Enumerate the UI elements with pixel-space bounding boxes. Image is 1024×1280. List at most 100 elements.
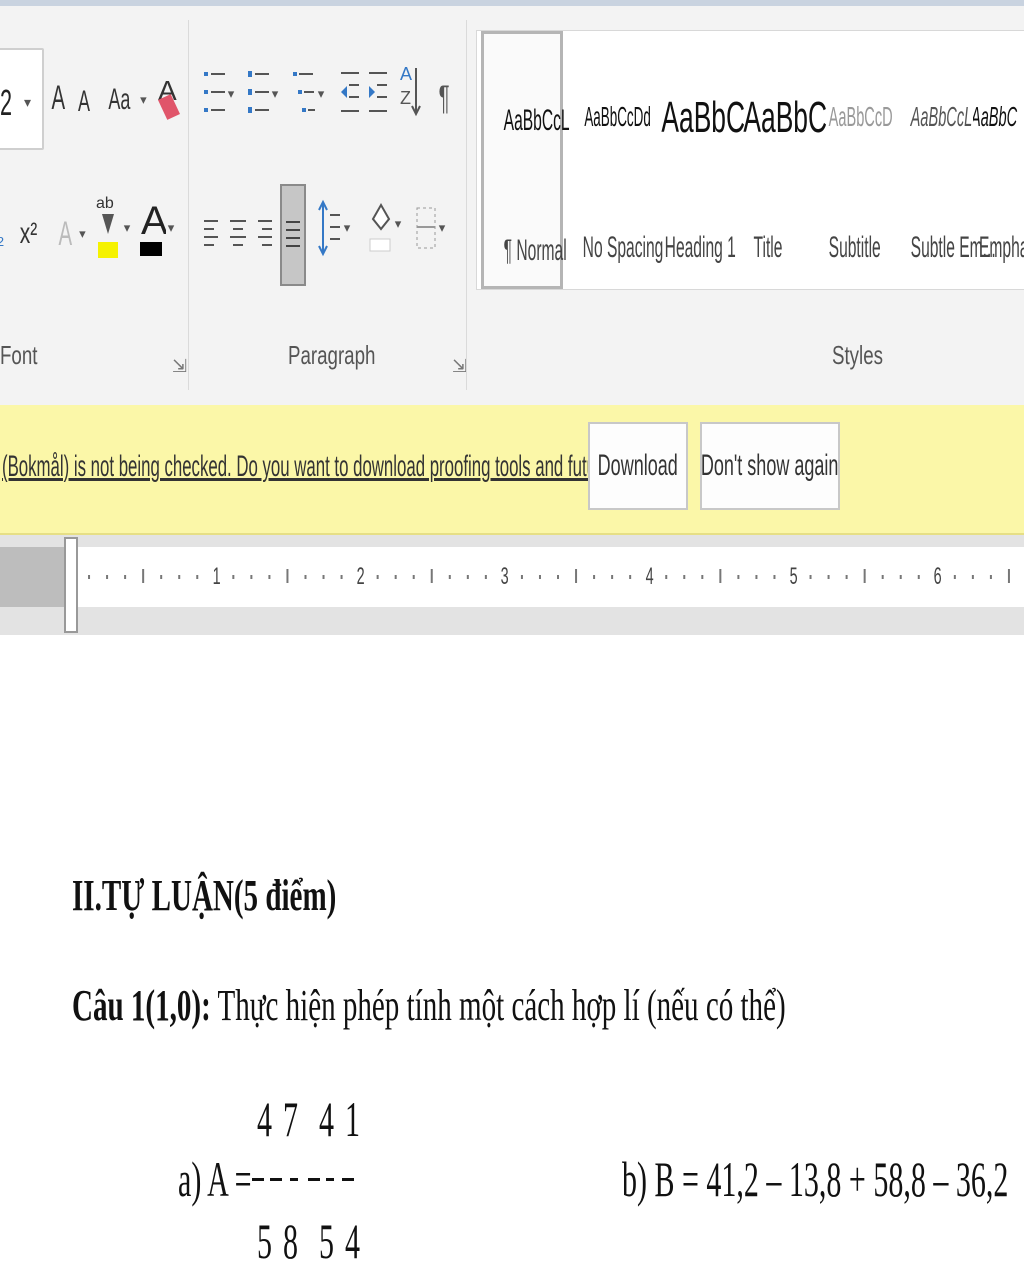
shading-button[interactable]: ▾ — [364, 196, 404, 252]
text-effects-icon: A — [58, 214, 73, 253]
highlight-button[interactable]: ab ▾ — [92, 195, 132, 258]
align-right-icon — [258, 220, 272, 246]
line-spacing-button[interactable]: ▾ — [314, 199, 354, 257]
align-center-button[interactable] — [226, 206, 250, 262]
style-title[interactable]: AaBbC Title — [727, 31, 828, 289]
horizontal-ruler[interactable] — [0, 547, 1024, 607]
numbering-icon — [247, 71, 269, 113]
svg-text:A: A — [400, 64, 412, 84]
ruler-tick — [142, 569, 145, 583]
download-button[interactable]: Download — [588, 422, 688, 510]
grow-font-icon: A — [51, 78, 65, 117]
borders-button[interactable]: ▾ — [410, 200, 450, 256]
ruler-tick — [755, 575, 758, 579]
style-subtle-emphasis[interactable]: AaBbCcL Subtle Em... — [891, 31, 996, 289]
font-size-value: 2 — [0, 82, 13, 123]
align-right-button[interactable] — [252, 206, 276, 262]
numbering-button[interactable]: ▾ — [244, 66, 280, 122]
fraction-numerator: 4 — [257, 1091, 272, 1147]
ruler-tick — [629, 575, 632, 579]
font-dialog-launcher-icon[interactable]: ⇲ — [172, 356, 187, 377]
paragraph-group-label: Paragraph — [288, 340, 376, 370]
justify-button[interactable] — [280, 184, 306, 286]
ruler-tick — [827, 575, 830, 579]
superscript-button[interactable]: x² — [14, 206, 42, 262]
font-color-button[interactable]: A ▾ — [136, 199, 176, 256]
fraction-numerator: 7 — [283, 1091, 298, 1147]
ruler-tick — [1007, 569, 1010, 583]
ruler-number: 2 — [356, 563, 365, 590]
fraction-denominator: 4 — [345, 1213, 360, 1269]
ruler-tick — [575, 569, 578, 583]
subscript-button[interactable]: ₂ — [0, 206, 10, 262]
ruler-tick — [953, 575, 956, 579]
group-divider — [188, 20, 189, 390]
ruler-tick — [665, 575, 668, 579]
subscript-icon: ₂ — [0, 224, 5, 249]
shrink-font-button[interactable]: A — [74, 74, 94, 130]
grow-font-button[interactable]: A — [48, 70, 68, 126]
proofing-message-link[interactable]: (Bokmål) is not being checked. Do you wa… — [2, 450, 685, 484]
clear-formatting-button[interactable]: A — [154, 70, 182, 126]
ruler-tick — [250, 575, 253, 579]
ruler-tick — [376, 575, 379, 579]
fraction-numerator: 1 — [345, 1091, 360, 1147]
ruler-tick — [863, 569, 866, 583]
download-button-label: Download — [597, 449, 679, 482]
indent-marker[interactable] — [64, 537, 78, 633]
ruler-tick — [232, 575, 235, 579]
ruler-tick — [304, 575, 307, 579]
svg-text:ab: ab — [96, 195, 114, 212]
ruler-margin — [0, 547, 70, 607]
style-sample: AaBbC — [743, 93, 828, 142]
paragraph-dialog-launcher-icon[interactable]: ⇲ — [452, 356, 467, 377]
question-label: Câu 1(1,0): — [72, 981, 211, 1030]
style-sample: AaBbC — [661, 93, 746, 142]
ruler-number: 5 — [789, 563, 798, 590]
style-sample: AaBbCcL — [910, 101, 973, 132]
chevron-down-icon: ▾ — [343, 220, 351, 235]
change-case-icon: Aa — [108, 83, 131, 116]
ruler-tick — [593, 575, 596, 579]
ruler-tick — [394, 575, 397, 579]
style-normal[interactable]: AaBbCcL ¶ Normal — [481, 31, 570, 289]
ruler-tick — [178, 575, 181, 579]
ruler-tick — [881, 575, 884, 579]
sort-button[interactable]: A Z — [398, 62, 422, 118]
dont-show-again-button[interactable]: Don't show again — [700, 422, 840, 510]
group-divider — [466, 20, 467, 390]
ruler-tick — [701, 575, 704, 579]
chevron-down-icon: ▾ — [438, 220, 446, 235]
chevron-down-icon: ▾ — [271, 86, 279, 101]
ruler-tick — [773, 575, 776, 579]
decrease-indent-button[interactable] — [338, 66, 362, 122]
multilevel-list-button[interactable]: ▾ — [290, 66, 326, 122]
ruler-tick — [88, 575, 91, 579]
ruler-tick — [520, 575, 523, 579]
ruler-number: 6 — [933, 563, 942, 590]
style-emphasis[interactable]: AaBbC Empha — [973, 31, 1024, 289]
line-spacing-icon — [317, 199, 340, 257]
style-no-spacing[interactable]: AaBbCcDd No Spacing — [563, 31, 664, 289]
question-text: Thực hiện phép tính một cách hợp lí (nếu… — [210, 981, 786, 1030]
styles-group-label: Styles — [832, 340, 883, 370]
align-left-button[interactable] — [200, 206, 224, 262]
font-size-box[interactable]: 2 ▾ — [0, 48, 44, 150]
text-effects-button[interactable]: A ▾ — [50, 206, 90, 262]
chevron-down-icon: ▾ — [24, 94, 32, 110]
style-sample: AaBbCcD — [828, 101, 893, 132]
ruler-tick — [160, 575, 163, 579]
font-group-label: Font — [0, 340, 38, 370]
bullets-button[interactable]: ▾ — [200, 66, 236, 122]
ruler-tick — [683, 575, 686, 579]
pilcrow-icon: ¶ — [438, 78, 450, 117]
style-subtitle[interactable]: AaBbCcD Subtitle — [809, 31, 893, 289]
change-case-button[interactable]: Aa ▾ — [104, 72, 147, 128]
ruler-tick — [809, 575, 812, 579]
ruler-tick — [917, 575, 920, 579]
style-name: Heading 1 — [664, 231, 736, 264]
font-color-icon: A — [139, 199, 166, 256]
style-heading-1[interactable]: AaBbC Heading 1 — [645, 31, 746, 289]
show-formatting-button[interactable]: ¶ — [432, 70, 456, 126]
increase-indent-button[interactable] — [366, 66, 390, 122]
